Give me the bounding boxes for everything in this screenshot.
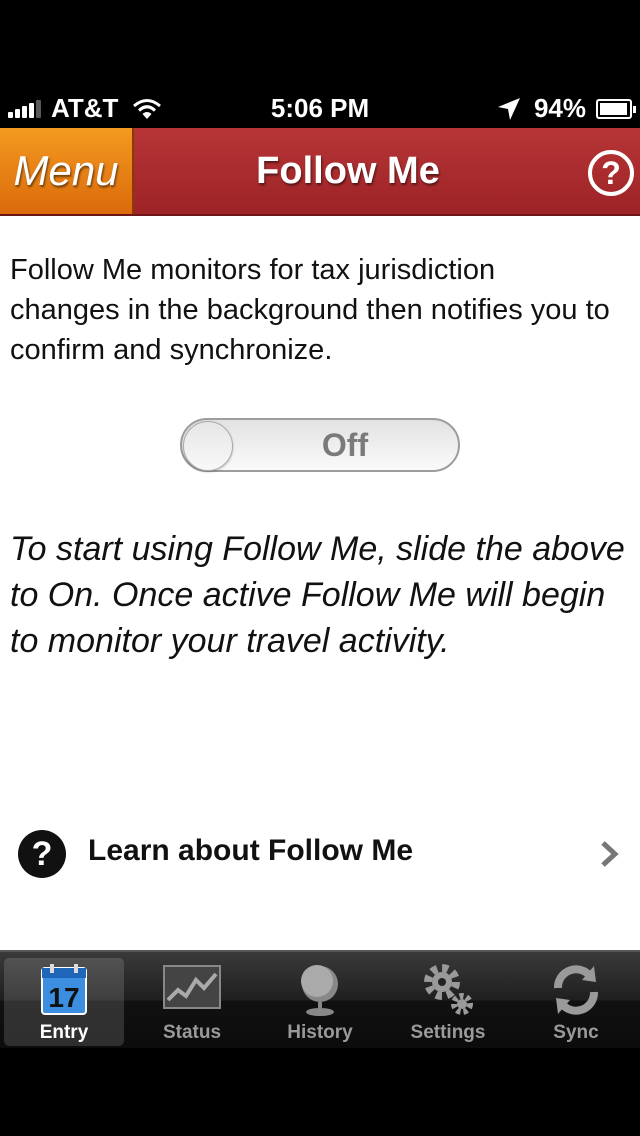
location-arrow-icon bbox=[497, 97, 520, 120]
calendar-day: 17 bbox=[48, 982, 79, 1013]
chevron-right-icon bbox=[601, 841, 619, 867]
tab-history-label: History bbox=[287, 1022, 353, 1043]
learn-label: Learn about Follow Me bbox=[88, 834, 414, 867]
battery-percent: 94% bbox=[533, 93, 586, 123]
calendar-icon: 17 bbox=[41, 964, 87, 1015]
instructions-text: To start using Follow Me, slide the abov… bbox=[10, 530, 625, 660]
menu-button[interactable]: Menu bbox=[0, 128, 134, 214]
tab-settings-label: Settings bbox=[410, 1022, 486, 1043]
tab-entry[interactable]: 17 Entry bbox=[4, 958, 124, 1046]
bottom-black-band bbox=[0, 1048, 640, 1136]
toggle-knob[interactable] bbox=[183, 421, 233, 471]
page-title: Follow Me bbox=[256, 149, 440, 192]
app-screen: AT&T 5:06 PM 94% Menu Follow Me ? Follow… bbox=[0, 0, 640, 1136]
globe-icon bbox=[301, 965, 338, 1016]
chart-icon bbox=[163, 965, 221, 1009]
main-content: Follow Me monitors for tax jurisdiction … bbox=[0, 216, 640, 950]
tab-bar: 17 Entry Status History Settings Sync bbox=[0, 950, 640, 1048]
toggle-state-label: Off bbox=[321, 426, 369, 463]
tab-status[interactable]: Status bbox=[132, 958, 252, 1046]
gears-icon bbox=[424, 964, 473, 1015]
sync-icon bbox=[554, 965, 598, 1015]
status-right: 94% bbox=[496, 93, 636, 124]
tab-sync[interactable]: Sync bbox=[516, 958, 636, 1046]
tab-entry-label: Entry bbox=[39, 1022, 89, 1043]
intro-text: Follow Me monitors for tax jurisdiction … bbox=[10, 254, 610, 366]
tab-history[interactable]: History bbox=[260, 958, 380, 1046]
tab-sync-label: Sync bbox=[553, 1022, 599, 1043]
question-mark-icon: ? bbox=[601, 154, 621, 191]
learn-about-follow-me-row[interactable]: ? Learn about Follow Me bbox=[0, 816, 640, 892]
help-button[interactable]: ? bbox=[588, 150, 634, 196]
status-bar: AT&T 5:06 PM 94% bbox=[0, 88, 640, 128]
tab-status-label: Status bbox=[162, 1022, 222, 1043]
question-circle-icon: ? bbox=[18, 830, 66, 878]
top-black-band bbox=[0, 0, 640, 88]
tab-settings[interactable]: Settings bbox=[388, 958, 508, 1046]
follow-me-toggle[interactable]: Off bbox=[180, 418, 460, 472]
battery-charging-icon bbox=[596, 98, 636, 119]
navigation-bar: Menu Follow Me ? bbox=[0, 128, 640, 216]
